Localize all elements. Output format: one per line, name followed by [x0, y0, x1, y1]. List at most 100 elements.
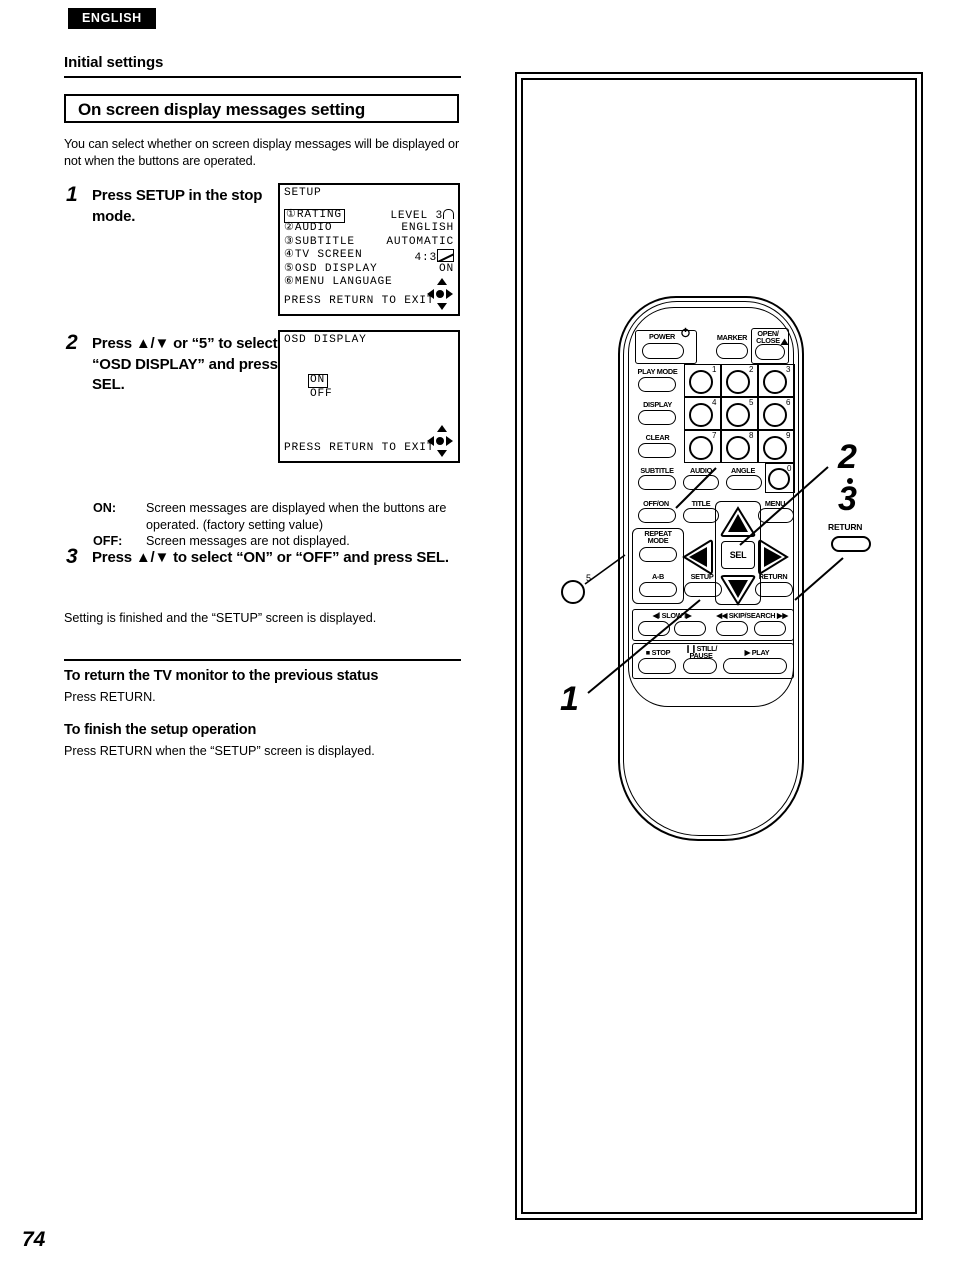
numpad-button-6[interactable]	[763, 403, 787, 427]
skip-search-label: ◀◀ SKIP/SEARCH ▶▶	[716, 611, 788, 620]
numpad-button-1[interactable]	[689, 370, 713, 394]
numpad-button-5-detail-label: 5	[586, 573, 592, 583]
cursor-center-dot-icon	[436, 290, 444, 298]
osd-menu-row-osd-display: ⑤OSD DISPLAY ON	[284, 263, 456, 276]
slow-forward-button[interactable]	[674, 621, 706, 636]
subtitle-button[interactable]	[638, 475, 676, 490]
cursor-up-arrow-icon	[437, 425, 447, 432]
numpad-button-7[interactable]	[689, 436, 713, 460]
step-3-number: 3	[66, 545, 78, 568]
sub-heading-finish-setup: To finish the setup operation	[64, 722, 257, 738]
stop-button[interactable]	[638, 658, 676, 674]
step-2-number: 2	[66, 331, 78, 354]
step-3-text: Press ▲/▼ to select “ON” or “OFF” and pr…	[92, 549, 449, 566]
osd-screen-setup-footer: PRESS RETURN TO EXIT	[284, 295, 435, 307]
audio-button-label: AUDIO	[689, 466, 712, 475]
a-b-button[interactable]	[639, 582, 677, 597]
numpad-button-0[interactable]	[768, 468, 790, 490]
step-2-text: Press ▲/▼ or “5” to select “OSD DISPLAY”…	[92, 335, 278, 393]
numpad-label-1: 1	[712, 365, 717, 374]
section-title-box: On screen display messages setting	[64, 94, 459, 123]
osd-cursor-pad-icon-2	[427, 425, 453, 457]
on-off-definition-list: ON: Screen messages are displayed when t…	[93, 500, 473, 550]
numpad-button-2[interactable]	[726, 370, 750, 394]
play-triangle-icon: ▶	[744, 648, 751, 657]
power-button-label: POWER	[648, 332, 676, 341]
numpad-button-4[interactable]	[689, 403, 713, 427]
definition-row-on: ON: Screen messages are displayed when t…	[93, 500, 473, 533]
step-1-text: Press SETUP in the stop mode.	[92, 187, 263, 225]
dpad-right-button[interactable]	[757, 539, 789, 575]
skip-forward-arrow-icon: ▶▶	[777, 611, 788, 620]
skip-back-arrow-icon: ◀◀	[716, 611, 727, 620]
numpad-label-8: 8	[749, 431, 754, 440]
angle-button[interactable]	[726, 475, 762, 490]
repeat-mode-button-label: REPEAT MODE	[644, 529, 672, 546]
marker-button-label: MARKER	[716, 333, 748, 342]
marker-button[interactable]	[716, 343, 748, 359]
standalone-return-button[interactable]	[831, 536, 871, 552]
title-button[interactable]	[683, 508, 719, 523]
repeat-mode-button[interactable]	[639, 547, 677, 562]
sel-button-label: SEL	[729, 550, 747, 560]
dpad-up-button[interactable]	[720, 506, 756, 538]
subtitle-button-label: SUBTITLE	[640, 466, 674, 475]
off-on-button-label: OFF/ON	[643, 499, 669, 508]
clear-button[interactable]	[638, 443, 676, 458]
lock-icon	[443, 209, 454, 219]
play-button[interactable]	[723, 658, 787, 674]
still-pause-button[interactable]	[683, 658, 717, 674]
angle-button-label: ANGLE	[730, 466, 756, 475]
menu-button[interactable]	[758, 508, 794, 523]
callout-number-1: 1	[560, 680, 579, 718]
slow-reverse-button[interactable]	[638, 621, 670, 636]
slow-label: ◀Ⅰ SLOW Ⅰ▶	[652, 611, 692, 620]
osd-menu-value-subtitle: AUTOMATIC	[386, 235, 454, 248]
osd-menu-label-tv-screen: ④TV SCREEN	[284, 249, 363, 262]
off-on-button[interactable]	[638, 508, 676, 523]
slow-right-arrow-icon: Ⅰ▶	[684, 611, 692, 620]
chapter-title: Initial settings	[64, 54, 164, 71]
osd-screen-setup-title: SETUP	[284, 187, 322, 199]
sub-body-return-tv-monitor: Press RETURN.	[64, 690, 156, 704]
step-1-number: 1	[66, 183, 78, 206]
play-mode-button[interactable]	[638, 377, 676, 392]
numpad-label-5: 5	[749, 398, 754, 407]
power-button[interactable]	[642, 343, 684, 359]
cursor-right-arrow-icon	[446, 436, 453, 446]
osd-option-on-label: ON	[308, 374, 329, 388]
open-close-button[interactable]	[755, 344, 785, 360]
osd-menu-row-tv-screen: ④TV SCREEN 4:3	[284, 249, 456, 264]
osd-menu-label-subtitle: ③SUBTITLE	[284, 235, 355, 248]
cursor-left-arrow-icon	[427, 436, 434, 446]
osd-menu-row-audio: ②AUDIO ENGLISH	[284, 222, 456, 235]
skip-search-forward-button[interactable]	[754, 621, 786, 636]
skip-search-back-button[interactable]	[716, 621, 748, 636]
numpad-button-3[interactable]	[763, 370, 787, 394]
power-symbol-icon	[681, 327, 690, 338]
osd-option-off: OFF	[310, 388, 333, 401]
step-3-note: Setting is finished and the “SETUP” scre…	[64, 611, 377, 625]
numpad-label-9: 9	[786, 431, 791, 440]
dpad-left-button[interactable]	[682, 539, 714, 575]
osd-menu-label-audio: ②AUDIO	[284, 222, 333, 235]
cursor-center-dot-icon	[436, 437, 444, 445]
numpad-button-9[interactable]	[763, 436, 787, 460]
stop-square-icon: ■	[645, 648, 650, 657]
definition-desc-on: Screen messages are displayed when the b…	[146, 501, 447, 532]
numpad-button-5-detail	[561, 580, 585, 604]
numpad-button-8[interactable]	[726, 436, 750, 460]
osd-menu-value-rating: LEVEL 3	[390, 210, 443, 222]
callout-number-3: 3	[838, 480, 857, 518]
numpad-button-5[interactable]	[726, 403, 750, 427]
dpad-down-button[interactable]	[720, 574, 756, 606]
display-button[interactable]	[638, 410, 676, 425]
remote-control-illustration: POWER MARKER OPEN/ CLOSE PLAY MODE DISPL…	[618, 296, 804, 841]
audio-button[interactable]	[683, 475, 719, 490]
bottom-section-rule	[64, 659, 461, 661]
osd-screen-setup: SETUP ①RATING LEVEL 3 ②AUDIO ENGLISH ③SU…	[278, 183, 460, 316]
numpad-label-2: 2	[749, 365, 754, 374]
osd-menu-label-osd-display: ⑤OSD DISPLAY	[284, 262, 378, 275]
page-number: 74	[22, 1228, 46, 1251]
callout-number-2: 2	[838, 438, 857, 476]
